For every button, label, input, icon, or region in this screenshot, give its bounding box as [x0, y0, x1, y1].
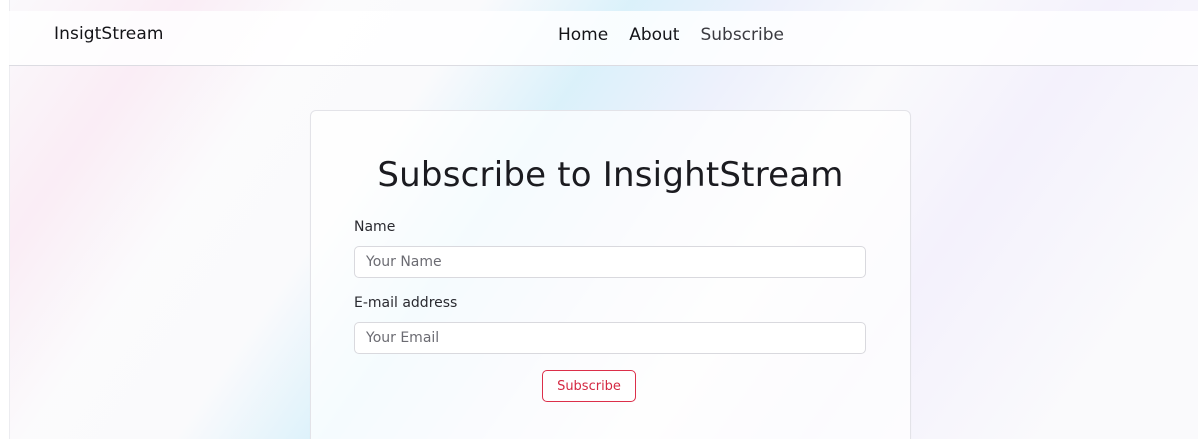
name-input[interactable]	[354, 246, 866, 278]
email-input[interactable]	[354, 322, 866, 354]
nav-subscribe-link[interactable]: Subscribe	[700, 25, 784, 45]
page-title: Subscribe to InsightStream	[377, 155, 844, 195]
brand-logo[interactable]: InsigtStream	[54, 24, 164, 44]
email-label: E-mail address	[354, 295, 458, 311]
subscribe-button[interactable]: Subscribe	[542, 370, 636, 402]
nav-links: Home About Subscribe	[558, 25, 805, 45]
navbar: InsigtStream Home About Subscribe	[9, 11, 1198, 66]
name-label: Name	[354, 219, 396, 235]
nav-about-link[interactable]: About	[629, 25, 679, 45]
subscribe-card: Subscribe to InsightStream Name E-mail a…	[310, 110, 911, 439]
nav-home-link[interactable]: Home	[558, 25, 608, 45]
